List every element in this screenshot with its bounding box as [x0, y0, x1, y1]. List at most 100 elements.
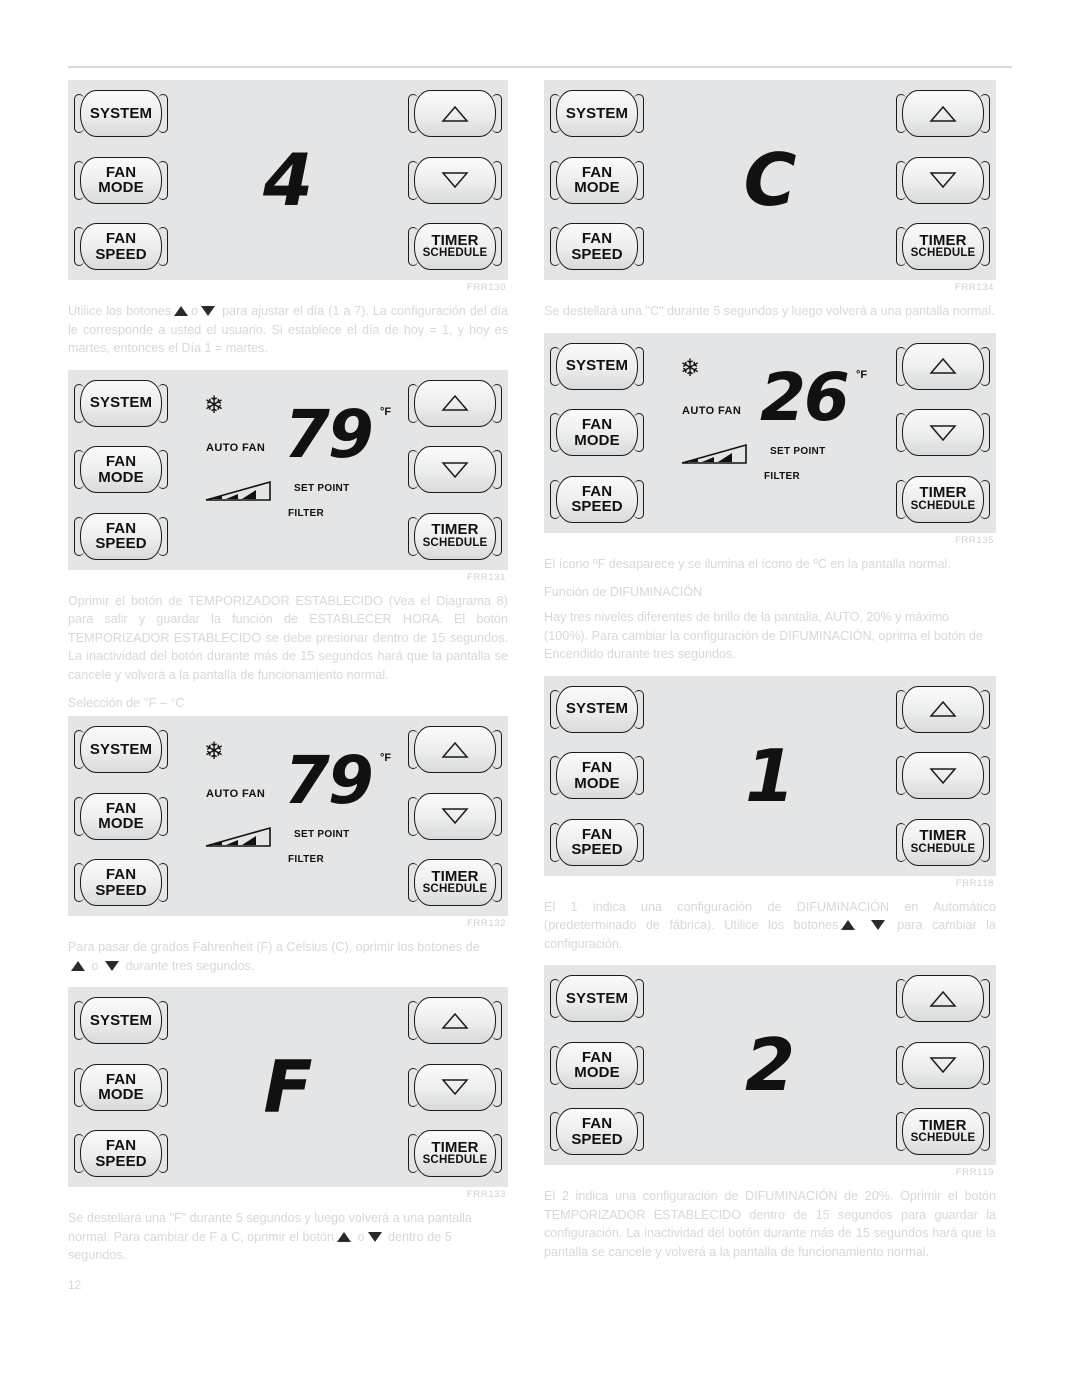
fan-speed-button[interactable]: FAN SPEED	[74, 223, 168, 270]
fan-mode-label-1: FAN	[105, 799, 137, 817]
thermostat-panel: SYSTEM FAN MODE FAN SPEED ❄ AUTO FAN	[544, 332, 996, 533]
up-button[interactable]	[896, 975, 990, 1022]
fan-speed-button[interactable]: FAN SPEED	[74, 1130, 168, 1177]
triangle-up-icon	[841, 920, 856, 930]
left-button-column: SYSTEM FAN MODE FAN SPEED	[550, 975, 644, 1155]
up-button[interactable]	[896, 342, 990, 390]
down-button[interactable]	[896, 156, 990, 204]
timer-schedule-button[interactable]: TIMER SCHEDULE	[896, 223, 990, 270]
figure-frr131: SYSTEM FAN MODE FAN SPEED ❄ AUTO FAN 79 …	[68, 369, 508, 583]
timer-schedule-button[interactable]: TIMER SCHEDULE	[408, 512, 502, 560]
fan-speed-button[interactable]: FAN SPEED	[74, 512, 168, 560]
system-button[interactable]: SYSTEM	[550, 685, 644, 733]
system-button-label: SYSTEM	[89, 394, 153, 412]
up-button[interactable]	[408, 90, 502, 137]
filter-label: FILTER	[764, 470, 801, 482]
left-button-column: SYSTEM FAN MODE FAN SPEED	[550, 342, 644, 523]
lcd-display: F	[166, 997, 410, 1177]
fan-mode-label-2: MODE	[574, 774, 620, 792]
lcd-value: C	[743, 138, 797, 222]
lcd-display: ❄ AUTO FAN 79 °F SET POINT FILTER	[166, 726, 410, 906]
system-button-label: SYSTEM	[565, 700, 629, 718]
fan-speed-bars-icon	[205, 480, 271, 501]
fan-mode-button[interactable]: FAN MODE	[550, 409, 644, 456]
page-columns: SYSTEM FAN MODE FAN SPEED 4 TIMER SCHEDU…	[0, 80, 1080, 1277]
snowflake-icon: ❄	[680, 354, 701, 382]
fan-speed-button[interactable]: FAN SPEED	[550, 1108, 644, 1155]
fan-mode-button[interactable]: FAN MODE	[74, 1063, 168, 1111]
fan-speed-button[interactable]: FAN SPEED	[550, 223, 644, 270]
fan-speed-label-1: FAN	[581, 482, 613, 500]
right-button-column: TIMER SCHEDULE	[408, 90, 502, 270]
down-button[interactable]	[408, 446, 502, 493]
fan-mode-button[interactable]: FAN MODE	[74, 792, 168, 840]
set-point-label: SET POINT	[294, 482, 350, 494]
system-button[interactable]: SYSTEM	[550, 342, 644, 390]
triangle-down-icon	[367, 1231, 382, 1242]
down-button[interactable]	[896, 752, 990, 799]
system-button-label: SYSTEM	[565, 104, 629, 122]
timer-schedule-button[interactable]: TIMER SCHEDULE	[408, 223, 502, 270]
system-button[interactable]: SYSTEM	[74, 379, 168, 427]
fan-speed-button[interactable]: FAN SPEED	[74, 859, 168, 906]
timer-label-1: TIMER	[431, 1138, 479, 1156]
timer-label-2: SCHEDULE	[910, 499, 976, 512]
paragraph-dim-level-1: El 1 indica una configuración de DIFUMIN…	[544, 898, 996, 954]
fan-speed-label-1: FAN	[581, 1115, 613, 1133]
triangle-down-icon	[201, 306, 216, 316]
triangle-up-icon	[441, 394, 469, 411]
fan-mode-button[interactable]: FAN MODE	[550, 752, 644, 799]
timer-label-1: TIMER	[431, 867, 479, 885]
system-button[interactable]: SYSTEM	[550, 975, 644, 1022]
system-button[interactable]: SYSTEM	[550, 90, 644, 137]
figure-frr134: SYSTEM FAN MODE FAN SPEED C TIMER SCHEDULE …	[544, 80, 996, 293]
paragraph-timer-set: Oprimir el botón de TEMPORIZADOR ESTABLE…	[68, 593, 508, 682]
fan-mode-button[interactable]: FAN MODE	[550, 1041, 644, 1089]
figure-label: FRR119	[955, 1167, 994, 1178]
up-button[interactable]	[408, 997, 502, 1044]
triangle-up-icon	[929, 990, 957, 1007]
fan-speed-label-2: SPEED	[95, 1152, 147, 1170]
timer-label-2: SCHEDULE	[422, 536, 488, 549]
lcd-temperature: 79	[284, 395, 374, 473]
down-button[interactable]	[408, 792, 502, 840]
timer-schedule-button[interactable]: TIMER SCHEDULE	[408, 859, 502, 906]
timer-schedule-button[interactable]: TIMER SCHEDULE	[896, 818, 990, 866]
timer-label-2: SCHEDULE	[422, 247, 488, 260]
figure-label: FRR135	[955, 534, 994, 546]
lcd-display: 1	[642, 686, 898, 866]
down-button[interactable]	[408, 1063, 502, 1111]
fan-speed-label-2: SPEED	[571, 245, 623, 263]
triangle-down-icon	[929, 767, 957, 784]
fan-speed-button[interactable]: FAN SPEED	[550, 475, 644, 523]
timer-schedule-button[interactable]: TIMER SCHEDULE	[408, 1130, 502, 1177]
up-button[interactable]	[408, 379, 502, 427]
down-button[interactable]	[896, 409, 990, 456]
right-button-column: TIMER SCHEDULE	[896, 342, 990, 523]
fan-mode-label-2: MODE	[574, 179, 620, 196]
fan-speed-button[interactable]: FAN SPEED	[550, 818, 644, 866]
down-button[interactable]	[896, 1041, 990, 1089]
triangle-down-icon	[929, 172, 957, 189]
right-button-column: TIMER SCHEDULE	[896, 90, 990, 270]
up-button[interactable]	[408, 726, 502, 773]
timer-schedule-button[interactable]: TIMER SCHEDULE	[896, 1108, 990, 1155]
system-button[interactable]: SYSTEM	[74, 90, 168, 137]
fan-speed-label-2: SPEED	[95, 535, 147, 552]
figure-label: FRR134	[955, 282, 994, 293]
system-button[interactable]: SYSTEM	[74, 726, 168, 773]
fan-mode-button[interactable]: FAN MODE	[74, 156, 168, 204]
system-button[interactable]: SYSTEM	[74, 997, 168, 1044]
auto-fan-indicator: AUTO FAN	[682, 404, 742, 417]
timer-label-2: SCHEDULE	[910, 1132, 976, 1145]
fan-speed-label-1: FAN	[105, 866, 137, 884]
fan-mode-button[interactable]: FAN MODE	[74, 446, 168, 493]
timer-label-1: TIMER	[431, 521, 479, 539]
fan-mode-button[interactable]: FAN MODE	[550, 156, 644, 204]
page-number: 12	[68, 1278, 82, 1292]
up-button[interactable]	[896, 685, 990, 733]
up-button[interactable]	[896, 90, 990, 137]
timer-label-1: TIMER	[431, 231, 479, 249]
down-button[interactable]	[408, 156, 502, 204]
timer-schedule-button[interactable]: TIMER SCHEDULE	[896, 475, 990, 523]
